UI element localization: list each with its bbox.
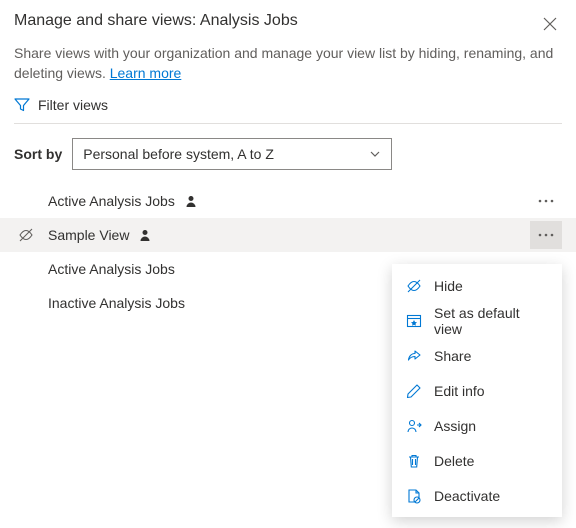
menu-share[interactable]: Share [392, 338, 562, 373]
context-menu: Hide Set as default view Share Edit info… [392, 264, 562, 517]
menu-label: Set as default view [434, 305, 548, 337]
view-label: Active Analysis Jobs [48, 261, 175, 277]
person-icon [139, 229, 151, 241]
pencil-icon [406, 383, 422, 399]
description-text: Share views with your organization and m… [14, 45, 553, 81]
menu-hide[interactable]: Hide [392, 268, 562, 303]
hidden-icon [18, 227, 34, 243]
learn-more-link[interactable]: Learn more [110, 65, 182, 81]
menu-set-default[interactable]: Set as default view [392, 303, 562, 338]
trash-icon [406, 453, 422, 469]
share-icon [406, 348, 422, 364]
person-icon [185, 195, 197, 207]
view-label: Inactive Analysis Jobs [48, 295, 185, 311]
deactivate-icon [406, 488, 422, 504]
close-icon [543, 17, 557, 31]
default-view-icon [406, 313, 422, 329]
menu-label: Share [434, 348, 471, 364]
menu-label: Hide [434, 278, 463, 294]
menu-edit-info[interactable]: Edit info [392, 373, 562, 408]
more-icon [538, 199, 554, 203]
hide-icon [406, 278, 422, 294]
filter-views-button[interactable]: Filter views [14, 97, 562, 124]
close-button[interactable] [538, 12, 562, 36]
menu-deactivate[interactable]: Deactivate [392, 478, 562, 513]
menu-delete[interactable]: Delete [392, 443, 562, 478]
view-row[interactable]: Sample View [0, 218, 576, 252]
chevron-down-icon [369, 148, 381, 160]
panel-description: Share views with your organization and m… [14, 44, 562, 83]
sort-by-label: Sort by [14, 146, 62, 162]
panel-title: Manage and share views: Analysis Jobs [14, 12, 298, 30]
view-label: Sample View [48, 227, 129, 243]
funnel-icon [14, 97, 30, 113]
view-row[interactable]: Active Analysis Jobs [0, 184, 576, 218]
menu-label: Edit info [434, 383, 485, 399]
more-icon [538, 233, 554, 237]
menu-label: Assign [434, 418, 476, 434]
menu-label: Deactivate [434, 488, 500, 504]
sort-dropdown[interactable]: Personal before system, A to Z [72, 138, 392, 170]
view-label: Active Analysis Jobs [48, 193, 175, 209]
assign-icon [406, 418, 422, 434]
menu-assign[interactable]: Assign [392, 408, 562, 443]
menu-label: Delete [434, 453, 474, 469]
sort-dropdown-value: Personal before system, A to Z [83, 146, 274, 162]
more-actions-button[interactable] [530, 221, 562, 249]
more-actions-button[interactable] [530, 187, 562, 215]
filter-views-label: Filter views [38, 97, 108, 113]
